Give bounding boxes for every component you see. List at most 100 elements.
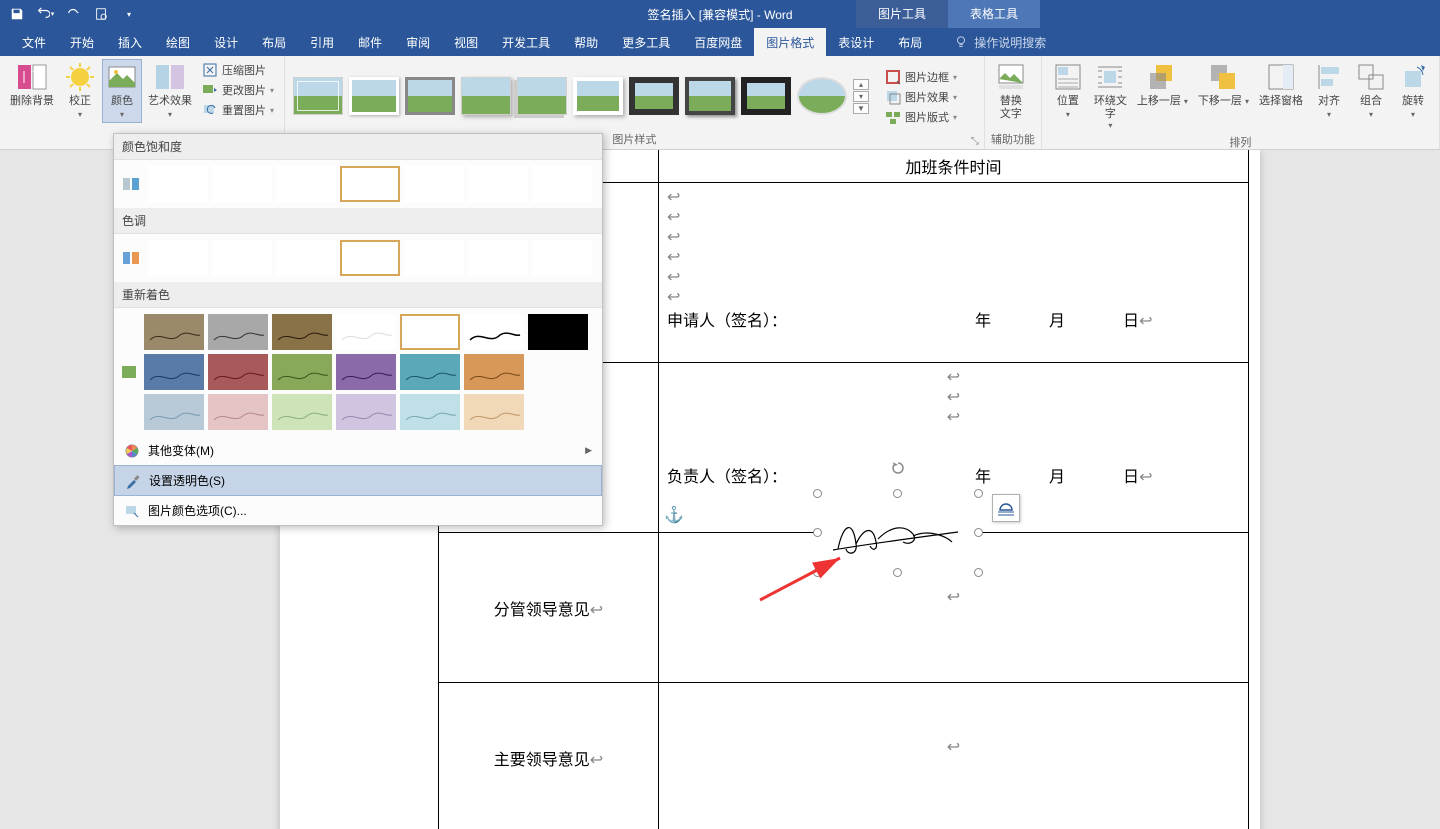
style-thumb[interactable] <box>629 77 679 115</box>
alt-text-button[interactable]: 替换 文字 <box>991 59 1031 123</box>
tab-table-layout[interactable]: 布局 <box>886 28 934 56</box>
tab-file[interactable]: 文件 <box>10 28 58 56</box>
selection-pane-button[interactable]: 选择窗格 <box>1255 59 1307 110</box>
recolor-swatch[interactable] <box>272 394 332 430</box>
remove-background-button[interactable]: 删除背景 <box>6 59 58 110</box>
position-button[interactable]: 位置▾ <box>1048 59 1088 123</box>
reset-picture[interactable]: 重置图片 ▾ <box>198 101 278 119</box>
undo-button[interactable]: ▾ <box>32 2 58 26</box>
recolor-swatch[interactable] <box>144 394 204 430</box>
saturation-swatch[interactable] <box>212 166 272 202</box>
tab-more-tools[interactable]: 更多工具 <box>610 28 682 56</box>
resize-handle[interactable] <box>813 568 822 577</box>
tab-design[interactable]: 设计 <box>202 28 250 56</box>
tone-swatch[interactable] <box>468 240 528 276</box>
rotate-button[interactable]: 旋转▾ <box>1393 59 1433 123</box>
style-thumb[interactable] <box>797 77 847 115</box>
color-button[interactable]: 颜色▾ <box>102 59 142 123</box>
recolor-swatch[interactable] <box>528 314 588 350</box>
resize-handle[interactable] <box>893 489 902 498</box>
recolor-swatch[interactable] <box>272 314 332 350</box>
layout-options-button[interactable] <box>992 494 1020 522</box>
more-variants-item[interactable]: 其他变体(M) ▶ <box>114 436 602 465</box>
tone-swatch[interactable] <box>404 240 464 276</box>
saturation-swatch[interactable] <box>404 166 464 202</box>
save-button[interactable] <box>4 2 30 26</box>
resize-handle[interactable] <box>974 528 983 537</box>
recolor-swatch[interactable] <box>400 394 460 430</box>
gallery-up[interactable]: ▴ <box>853 79 869 90</box>
style-thumb[interactable] <box>685 77 735 115</box>
resize-handle[interactable] <box>974 568 983 577</box>
resize-handle[interactable] <box>893 568 902 577</box>
saturation-swatch[interactable] <box>276 166 336 202</box>
tab-review[interactable]: 审阅 <box>394 28 442 56</box>
resize-handle[interactable] <box>813 528 822 537</box>
style-thumb[interactable] <box>349 77 399 115</box>
recolor-swatch[interactable] <box>336 394 396 430</box>
saturation-swatch[interactable] <box>532 166 592 202</box>
gallery-down[interactable]: ▾ <box>853 91 869 102</box>
redo-button[interactable] <box>60 2 86 26</box>
tell-me-search[interactable]: 操作说明搜索 <box>934 28 1046 56</box>
resize-handle[interactable] <box>813 489 822 498</box>
recolor-swatch[interactable] <box>400 314 460 350</box>
style-thumb[interactable] <box>405 77 455 115</box>
recolor-swatch[interactable] <box>208 394 268 430</box>
style-thumb[interactable] <box>573 77 623 115</box>
recolor-swatch[interactable] <box>144 314 204 350</box>
recolor-swatch[interactable] <box>400 354 460 390</box>
style-thumb[interactable] <box>517 77 567 115</box>
recolor-swatch[interactable] <box>464 354 524 390</box>
gallery-expand[interactable]: ▼ <box>853 103 869 114</box>
recolor-swatch[interactable] <box>336 354 396 390</box>
align-button[interactable]: 对齐▾ <box>1309 59 1349 123</box>
tone-swatch[interactable] <box>148 240 208 276</box>
tab-help[interactable]: 帮助 <box>562 28 610 56</box>
qat-customize[interactable]: ▾ <box>116 2 142 26</box>
tone-swatch[interactable] <box>212 240 272 276</box>
print-preview-button[interactable] <box>88 2 114 26</box>
wrap-text-button[interactable]: 环绕文 字▾ <box>1090 59 1131 132</box>
recolor-swatch[interactable] <box>336 314 396 350</box>
artistic-effects-button[interactable]: 艺术效果▾ <box>144 59 196 123</box>
recolor-swatch[interactable] <box>464 314 524 350</box>
tone-swatch[interactable] <box>276 240 336 276</box>
tab-layout[interactable]: 布局 <box>250 28 298 56</box>
set-transparent-color-item[interactable]: 设置透明色(S) <box>114 465 602 496</box>
tone-swatch[interactable] <box>532 240 592 276</box>
tab-insert[interactable]: 插入 <box>106 28 154 56</box>
recolor-swatch[interactable] <box>208 354 268 390</box>
tab-references[interactable]: 引用 <box>298 28 346 56</box>
rotate-handle[interactable] <box>890 460 906 476</box>
compress-picture[interactable]: 压缩图片 <box>198 61 278 79</box>
picture-border[interactable]: 图片边框 ▾ <box>881 68 961 86</box>
styles-dialog-launcher[interactable]: ⤡ <box>969 135 981 147</box>
style-thumb[interactable] <box>293 77 343 115</box>
saturation-swatch[interactable] <box>148 166 208 202</box>
send-backward-button[interactable]: 下移一层 ▾ <box>1194 59 1253 110</box>
tab-table-design[interactable]: 表设计 <box>826 28 886 56</box>
tab-draw[interactable]: 绘图 <box>154 28 202 56</box>
change-picture[interactable]: 更改图片 ▾ <box>198 81 278 99</box>
recolor-swatch[interactable] <box>144 354 204 390</box>
corrections-button[interactable]: 校正▾ <box>60 59 100 123</box>
picture-color-options-item[interactable]: 图片颜色选项(C)... <box>114 496 602 525</box>
recolor-swatch[interactable] <box>208 314 268 350</box>
tab-developer[interactable]: 开发工具 <box>490 28 562 56</box>
picture-effects[interactable]: 图片效果 ▾ <box>881 88 961 106</box>
tab-picture-format[interactable]: 图片格式 <box>754 28 826 56</box>
style-thumb[interactable] <box>741 77 791 115</box>
style-thumb[interactable] <box>461 77 511 115</box>
saturation-swatch[interactable] <box>340 166 400 202</box>
recolor-swatch[interactable] <box>272 354 332 390</box>
tab-mail[interactable]: 邮件 <box>346 28 394 56</box>
bring-forward-button[interactable]: 上移一层 ▾ <box>1133 59 1192 110</box>
picture-layout[interactable]: 图片版式 ▾ <box>881 108 961 126</box>
tab-view[interactable]: 视图 <box>442 28 490 56</box>
recolor-swatch[interactable] <box>464 394 524 430</box>
tab-baidu[interactable]: 百度网盘 <box>682 28 754 56</box>
resize-handle[interactable] <box>974 489 983 498</box>
signature-image-selected[interactable] <box>818 494 978 572</box>
group-objects-button[interactable]: 组合▾ <box>1351 59 1391 123</box>
